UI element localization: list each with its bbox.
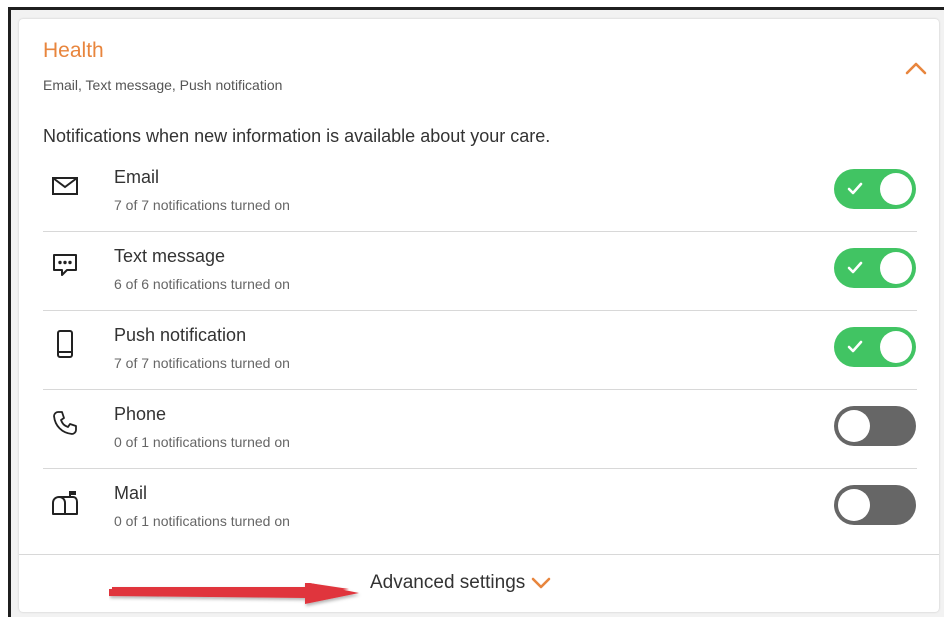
notification-settings-card: Health Email, Text message, Push notific… <box>19 19 939 612</box>
mail-toggle[interactable] <box>834 485 916 525</box>
channel-label: Text message <box>114 246 226 266</box>
channel-label: Email <box>114 167 160 187</box>
toggle-knob <box>880 252 912 284</box>
channel-row-text-message: Text message 6 of 6 notifications turned… <box>43 232 917 311</box>
channel-row-push-notification: Push notification 7 of 7 notifications t… <box>43 311 917 390</box>
toggle-knob <box>880 331 912 363</box>
phone-handset-icon <box>43 408 87 438</box>
toggle-knob <box>838 489 870 521</box>
checkmark-icon <box>847 261 863 274</box>
advanced-settings-label: Advanced settings <box>370 572 526 593</box>
channel-status: 0 of 1 notifications turned on <box>114 513 290 529</box>
channel-status: 7 of 7 notifications turned on <box>114 355 290 371</box>
section-subtitle: Email, Text message, Push notification <box>43 77 283 93</box>
channel-row-phone: Phone 0 of 1 notifications turned on <box>43 390 917 469</box>
text-message-toggle[interactable] <box>834 248 916 288</box>
channel-status: 7 of 7 notifications turned on <box>114 197 290 213</box>
channel-status: 6 of 6 notifications turned on <box>114 276 290 292</box>
checkmark-icon <box>847 340 863 353</box>
advanced-settings-link[interactable]: Advanced settings <box>370 572 551 594</box>
phone-toggle[interactable] <box>834 406 916 446</box>
envelope-icon <box>43 171 87 201</box>
toggle-knob <box>838 410 870 442</box>
footer-divider <box>19 554 939 555</box>
chat-bubble-icon <box>43 250 87 280</box>
collapse-section-button[interactable] <box>901 55 931 81</box>
section-description: Notifications when new information is av… <box>43 126 551 146</box>
checkmark-icon <box>847 182 863 195</box>
mobile-phone-icon <box>43 329 87 359</box>
channel-label: Push notification <box>114 325 247 345</box>
channel-status: 0 of 1 notifications turned on <box>114 434 290 450</box>
section-title: Health <box>43 39 104 62</box>
channel-label: Phone <box>114 404 167 424</box>
channel-row-mail: Mail 0 of 1 notifications turned on <box>43 469 917 547</box>
channel-label: Mail <box>114 483 148 503</box>
annotation-arrow-icon <box>109 583 359 604</box>
channel-row-email: Email 7 of 7 notifications turned on <box>43 153 917 232</box>
toggle-knob <box>880 173 912 205</box>
push-notification-toggle[interactable] <box>834 327 916 367</box>
channel-list: Email 7 of 7 notifications turned on Tex… <box>43 153 917 547</box>
chevron-down-icon <box>531 577 551 589</box>
chevron-up-icon <box>905 62 927 75</box>
mailbox-icon <box>43 487 87 517</box>
email-toggle[interactable] <box>834 169 916 209</box>
